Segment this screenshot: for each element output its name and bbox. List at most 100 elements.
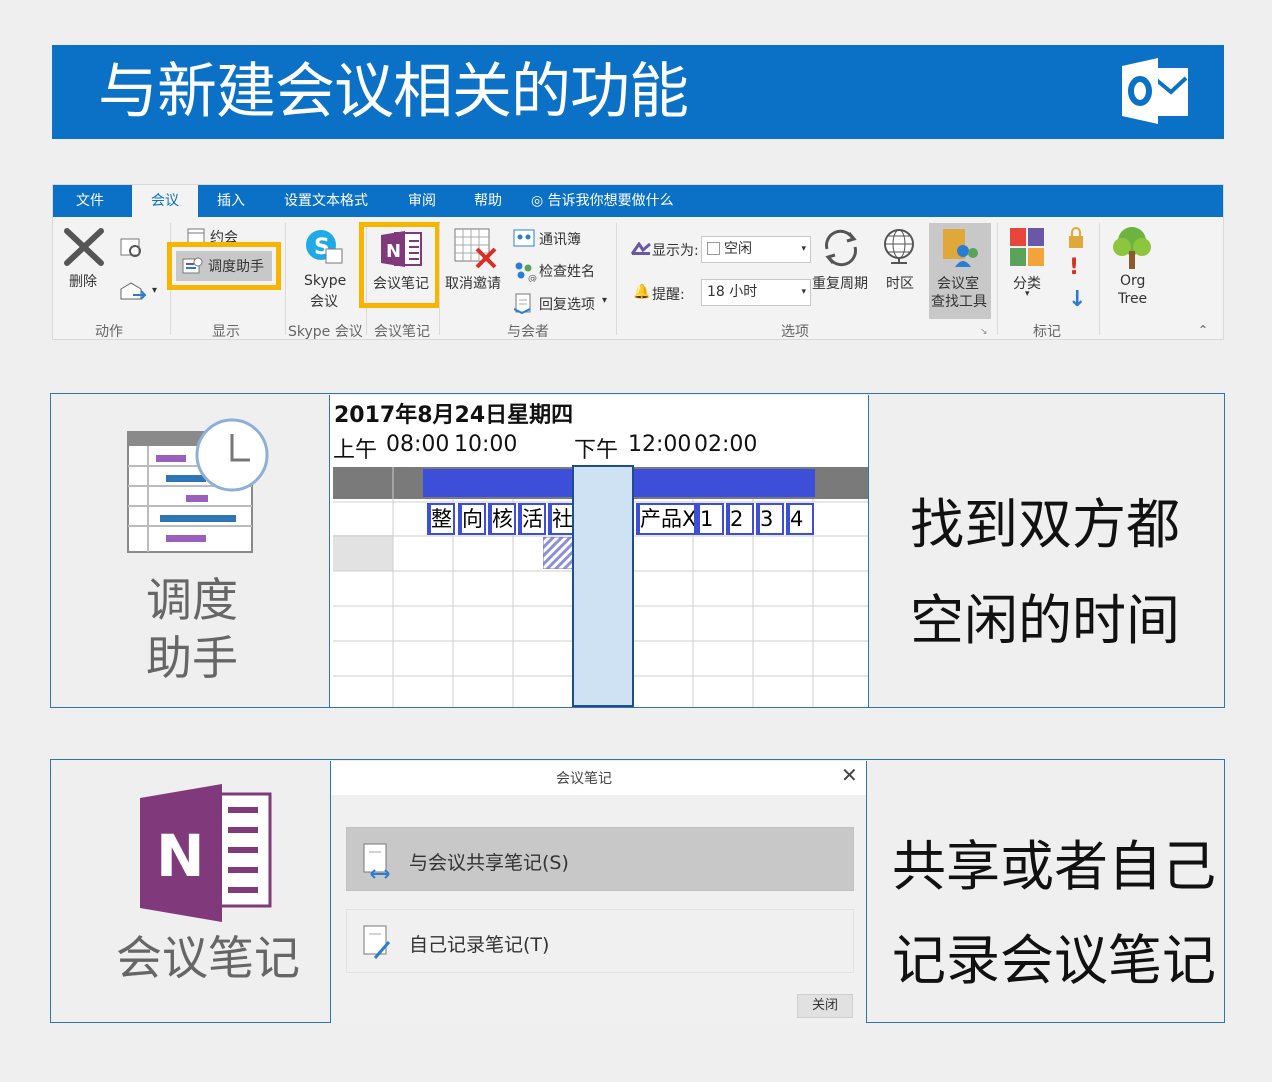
private-lock-icon[interactable] bbox=[1067, 227, 1085, 249]
event-chip[interactable]: 活 bbox=[518, 503, 546, 535]
event-chip[interactable]: 产品X bbox=[636, 503, 696, 535]
check-names-icon: @ bbox=[515, 262, 537, 282]
time-0800: 08:00 bbox=[386, 432, 450, 457]
event-chip[interactable]: 向 bbox=[458, 503, 486, 535]
scheduler-caption-line1: 找到双方都 bbox=[910, 493, 1180, 556]
tell-me-search[interactable]: ◎ 告诉我你想要做什么 bbox=[531, 185, 674, 217]
tab-insert[interactable]: 插入 bbox=[217, 185, 245, 217]
reminder-label: 提醒: bbox=[652, 287, 685, 303]
time-zones-globe-icon bbox=[884, 229, 914, 264]
forward-dropdown-chevron-icon[interactable]: ▾ bbox=[152, 285, 157, 296]
share-notes-option[interactable]: 与会议共享笔记(S) bbox=[346, 827, 854, 891]
calendar-search-icon[interactable] bbox=[120, 237, 144, 259]
time-am-label: 上午 bbox=[333, 438, 378, 463]
time-1200: 12:00 bbox=[628, 432, 692, 457]
highlight-scheduling-assistant bbox=[167, 242, 281, 290]
scheduling-assistant-label-line1: 调度 bbox=[146, 573, 238, 627]
event-chip[interactable]: 2 bbox=[726, 503, 754, 535]
room-finder-icon bbox=[943, 229, 978, 267]
response-options-button[interactable]: 回复选项 bbox=[539, 294, 595, 314]
group-options-label: 选项 bbox=[781, 324, 809, 340]
org-tree-icon bbox=[1113, 227, 1151, 269]
org-tree-button-line2[interactable]: Tree bbox=[1118, 291, 1147, 307]
event-chip[interactable]: 4 bbox=[786, 503, 814, 535]
ribbon: 文件 会议 插入 设置文本格式 审阅 帮助 ◎ 告诉我你想要做什么 删除 ▾ 动… bbox=[52, 184, 1224, 340]
page-title: 与新建会议相关的功能 bbox=[98, 57, 689, 127]
lightbulb-icon: ◎ bbox=[531, 193, 544, 209]
tab-meeting[interactable]: 会议 bbox=[132, 185, 198, 217]
tab-help[interactable]: 帮助 bbox=[474, 185, 502, 217]
svg-text:N: N bbox=[156, 822, 205, 890]
delete-x-icon bbox=[64, 228, 104, 266]
address-book-button[interactable]: 通讯簿 bbox=[539, 229, 581, 249]
tentative-hatch-block bbox=[543, 537, 573, 569]
meeting-notes-dialog: 会议笔记 ✕ 与会议共享笔记(S) 自己记录笔记(T) 关闭 bbox=[330, 761, 867, 1023]
skype-meeting-button-line2[interactable]: 会议 bbox=[310, 291, 338, 311]
address-book-icon bbox=[513, 229, 535, 247]
edit-note-icon bbox=[363, 925, 391, 959]
free-status-swatch-icon bbox=[707, 242, 720, 255]
time-0200: 02:00 bbox=[694, 432, 758, 457]
svg-text:@: @ bbox=[528, 274, 537, 282]
low-importance-arrow-icon[interactable]: ↓ bbox=[1068, 287, 1086, 312]
dialog-title: 会议笔记 bbox=[556, 771, 612, 787]
event-chip[interactable]: 核 bbox=[488, 503, 516, 535]
categorize-icon bbox=[1010, 228, 1044, 266]
time-pm-label: 下午 bbox=[574, 438, 619, 463]
high-importance-icon[interactable]: ! bbox=[1069, 255, 1079, 280]
show-as-chevron-icon: ▾ bbox=[801, 244, 806, 254]
ribbon-tabs: 文件 会议 插入 设置文本格式 审阅 帮助 ◎ 告诉我你想要做什么 bbox=[53, 185, 1223, 217]
categorize-chevron-icon[interactable]: ▾ bbox=[1025, 289, 1030, 299]
highlight-meeting-notes bbox=[359, 222, 440, 308]
tab-file[interactable]: 文件 bbox=[76, 185, 104, 217]
recurrence-icon bbox=[825, 229, 857, 267]
meeting-notes-label: 会议笔记 bbox=[116, 931, 300, 985]
event-chip[interactable]: 3 bbox=[756, 503, 784, 535]
show-as-icon bbox=[631, 242, 651, 255]
close-x-icon[interactable]: ✕ bbox=[841, 763, 858, 787]
share-note-icon bbox=[363, 843, 390, 879]
group-meeting-notes-label: 会议笔记 bbox=[374, 324, 430, 340]
options-dialog-launcher-icon[interactable]: ↘ bbox=[980, 327, 988, 337]
show-as-label: 显示为: bbox=[652, 243, 699, 259]
cancel-invitation-icon bbox=[454, 228, 497, 269]
meeting-time-selection[interactable] bbox=[572, 465, 634, 707]
notes-caption-line1: 共享或者自己 bbox=[892, 835, 1216, 898]
tab-review[interactable]: 审阅 bbox=[408, 185, 436, 217]
title-banner: 与新建会议相关的功能 bbox=[52, 45, 1224, 139]
schedule-date: 2017年8月24日星期四 bbox=[334, 403, 574, 428]
forward-icon[interactable] bbox=[119, 281, 149, 303]
scheduling-assistant-label-line2: 助手 bbox=[146, 631, 238, 685]
show-as-dropdown[interactable]: 空闲 ▾ bbox=[701, 236, 811, 263]
group-show-label: 显示 bbox=[212, 324, 240, 340]
collapse-ribbon-chevron-icon[interactable]: ⌃ bbox=[1198, 323, 1208, 337]
room-finder-button[interactable]: 会议室 查找工具 bbox=[929, 223, 991, 319]
group-actions-label: 动作 bbox=[95, 324, 123, 340]
group-divider bbox=[1099, 223, 1100, 335]
reminder-chevron-icon: ▾ bbox=[801, 287, 806, 297]
notes-caption-line2: 记录会议笔记 bbox=[892, 929, 1216, 992]
skype-meeting-button-line1[interactable]: Skype bbox=[304, 273, 346, 289]
event-chip[interactable]: 1 bbox=[696, 503, 724, 535]
group-attendees-label: 与会者 bbox=[507, 324, 549, 340]
time-1000: 10:00 bbox=[454, 432, 518, 457]
check-names-button[interactable]: 检查姓名 bbox=[539, 261, 595, 281]
response-options-icon bbox=[514, 293, 531, 315]
tab-format-text[interactable]: 设置文本格式 bbox=[284, 185, 368, 217]
close-button[interactable]: 关闭 bbox=[797, 994, 853, 1018]
skype-icon: S bbox=[306, 230, 343, 264]
org-tree-button-line1[interactable]: Org bbox=[1120, 273, 1145, 289]
self-notes-option[interactable]: 自己记录笔记(T) bbox=[346, 909, 854, 973]
group-divider bbox=[997, 223, 998, 335]
reminder-dropdown[interactable]: 18 小时 ▾ bbox=[701, 279, 811, 306]
delete-button[interactable]: 删除 bbox=[69, 271, 97, 291]
cancel-invitation-button[interactable]: 取消邀请 bbox=[445, 273, 501, 293]
event-chip[interactable]: 整 bbox=[427, 503, 455, 535]
response-options-chevron-icon[interactable]: ▾ bbox=[602, 295, 607, 306]
recurrence-button[interactable]: 重复周期 bbox=[812, 273, 868, 293]
group-divider bbox=[439, 223, 440, 335]
group-divider bbox=[616, 223, 617, 335]
group-skype-label: Skype 会议 bbox=[288, 324, 363, 340]
time-zones-button[interactable]: 时区 bbox=[886, 273, 914, 293]
group-tags-label: 标记 bbox=[1033, 324, 1061, 340]
